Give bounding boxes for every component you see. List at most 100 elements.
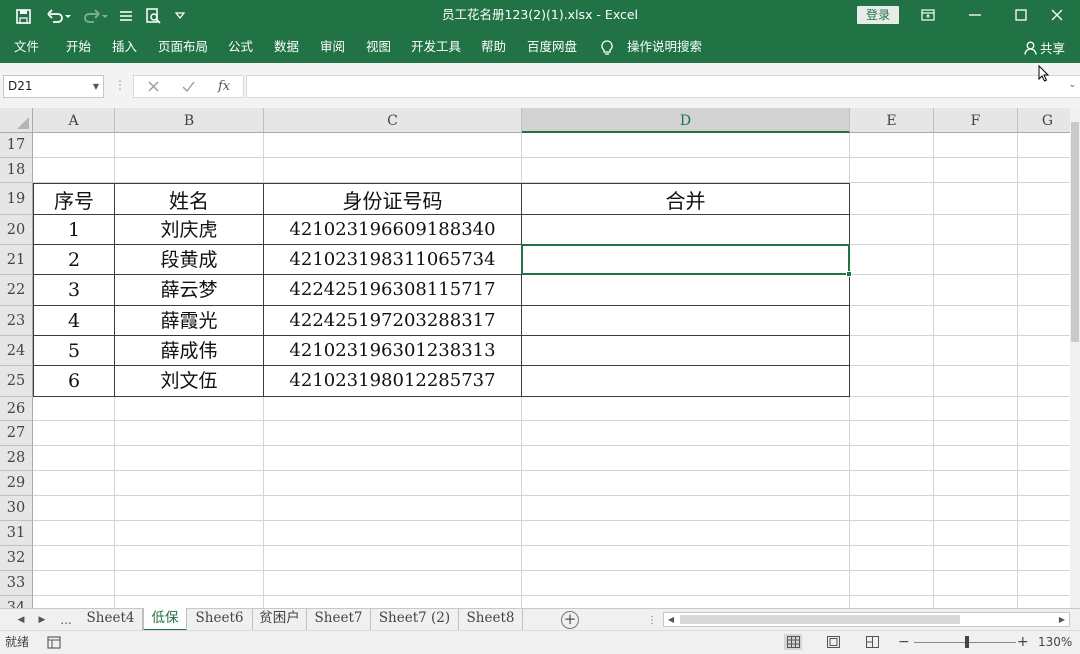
cell-d33[interactable] [522,571,850,596]
row-header[interactable]: 34 [0,596,33,608]
cell-c31[interactable] [264,521,522,546]
vertical-scrollbar[interactable] [1070,108,1080,608]
cell-b19[interactable]: 姓名 [115,183,264,215]
enter-check-icon[interactable] [180,76,196,97]
cell-d25[interactable] [522,366,850,397]
cell-c30[interactable] [264,496,522,521]
cell-a33[interactable] [33,571,115,596]
cell-f23[interactable] [934,306,1018,336]
cell-e33[interactable] [850,571,934,596]
tab-help[interactable]: 帮助 [481,32,506,63]
cell-a34[interactable] [33,596,115,608]
sheet-tab[interactable]: Sheet6 [187,609,253,630]
next-sheet-icon[interactable]: ▶ [36,612,48,628]
vertical-scroll-thumb[interactable] [1071,122,1079,342]
cell-e24[interactable] [850,336,934,366]
row-header[interactable]: 28 [0,446,33,471]
cell-c25[interactable]: 421023198012285737 [264,366,522,397]
normal-view-icon[interactable] [784,634,802,650]
add-sheet-button[interactable]: + [561,611,579,629]
cell-a21[interactable]: 2 [33,245,115,275]
select-all-button[interactable] [0,108,33,133]
page-layout-view-icon[interactable] [824,634,842,650]
cell-d21[interactable] [522,245,850,275]
name-box[interactable]: D21 ▼ [3,75,104,98]
tab-file[interactable]: 文件 [14,32,39,63]
cell-c19[interactable]: 身份证号码 [264,183,522,215]
cell-d29[interactable] [522,471,850,496]
cell-f22[interactable] [934,275,1018,306]
column-header-b[interactable]: B [115,108,264,133]
cell-d31[interactable] [522,521,850,546]
row-header[interactable]: 18 [0,158,33,183]
insert-function-button[interactable]: fx [218,76,230,97]
cell-a22[interactable]: 3 [33,275,115,306]
cell-a23[interactable]: 4 [33,306,115,336]
cell-d17[interactable] [522,133,850,158]
close-icon[interactable] [1034,0,1080,30]
cell-c17[interactable] [264,133,522,158]
cell-e18[interactable] [850,158,934,183]
cell-f19[interactable] [934,183,1018,215]
cell-a28[interactable] [33,446,115,471]
cell-c34[interactable] [264,596,522,608]
macro-record-icon[interactable] [47,636,61,652]
cell-f24[interactable] [934,336,1018,366]
cell-d18[interactable] [522,158,850,183]
cell-d26[interactable] [522,397,850,421]
cell-d19[interactable]: 合并 [522,183,850,215]
form-icon[interactable] [116,0,136,32]
tab-home[interactable]: 开始 [66,32,91,63]
cell-a20[interactable]: 1 [33,215,115,245]
cell-b18[interactable] [115,158,264,183]
cell-g23[interactable] [1018,306,1078,336]
save-icon[interactable] [10,0,36,32]
cell-f25[interactable] [934,366,1018,397]
cell-a19[interactable]: 序号 [33,183,115,215]
cell-g18[interactable] [1018,158,1078,183]
scroll-left-icon[interactable]: ◀ [665,614,677,626]
cell-f32[interactable] [934,546,1018,571]
sheet-tab[interactable]: 贫困户 [253,609,307,630]
row-header[interactable]: 17 [0,133,33,158]
cell-g24[interactable] [1018,336,1078,366]
cell-c20[interactable]: 421023196609188340 [264,215,522,245]
zoom-slider-thumb[interactable] [965,636,969,648]
sheet-tab[interactable]: Sheet4 [79,609,143,630]
redo-icon[interactable] [80,0,112,32]
print-preview-icon[interactable] [142,0,164,32]
zoom-out-button[interactable]: − [898,631,910,654]
tab-developer[interactable]: 开发工具 [411,32,461,63]
zoom-level[interactable]: 130% [1038,631,1072,654]
cell-b27[interactable] [115,421,264,446]
cell-g30[interactable] [1018,496,1078,521]
cell-d27[interactable] [522,421,850,446]
cell-b26[interactable] [115,397,264,421]
cell-g20[interactable] [1018,215,1078,245]
cell-e26[interactable] [850,397,934,421]
cell-c27[interactable] [264,421,522,446]
chevron-down-icon[interactable]: ▼ [93,76,99,97]
cell-f17[interactable] [934,133,1018,158]
cell-a24[interactable]: 5 [33,336,115,366]
cell-d20[interactable] [522,215,850,245]
cell-g19[interactable] [1018,183,1078,215]
cell-g25[interactable] [1018,366,1078,397]
cell-d34[interactable] [522,596,850,608]
cell-g21[interactable] [1018,245,1078,275]
cell-e23[interactable] [850,306,934,336]
row-header[interactable]: 26 [0,397,33,421]
cell-g33[interactable] [1018,571,1078,596]
customize-toolbar-icon[interactable] [172,0,188,32]
cell-e28[interactable] [850,446,934,471]
cell-c26[interactable] [264,397,522,421]
cell-b23[interactable]: 薛霞光 [115,306,264,336]
cell-c29[interactable] [264,471,522,496]
cell-f27[interactable] [934,421,1018,446]
cell-a30[interactable] [33,496,115,521]
cell-f33[interactable] [934,571,1018,596]
minimize-icon[interactable] [952,0,998,30]
formula-input[interactable]: ⌄ [246,75,1080,98]
row-header[interactable]: 23 [0,306,33,336]
cell-e21[interactable] [850,245,934,275]
